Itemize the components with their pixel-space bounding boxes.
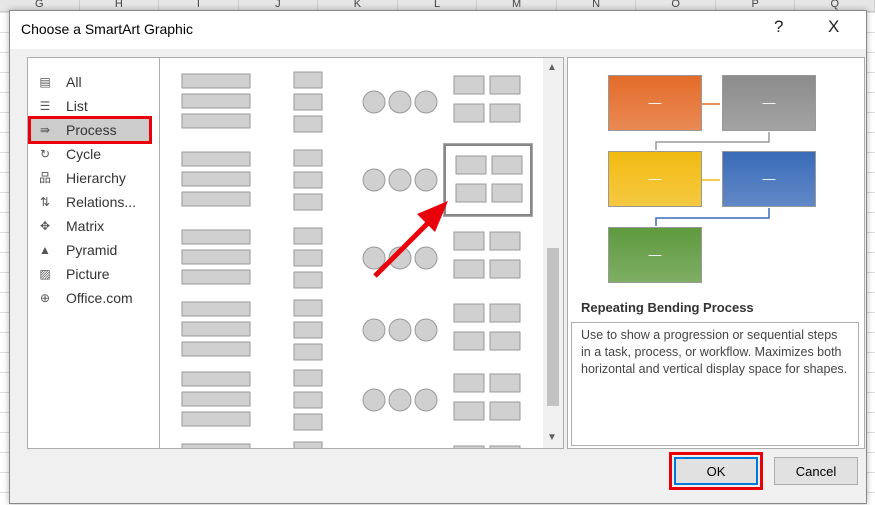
category-label: Matrix bbox=[66, 218, 105, 234]
globe-icon: ⊕ bbox=[39, 291, 51, 305]
category-pyramid[interactable]: ▲ Pyramid bbox=[36, 239, 151, 261]
preview-shape: — bbox=[608, 75, 702, 131]
layout-thumbnail[interactable] bbox=[172, 294, 260, 366]
layout-thumbnail[interactable] bbox=[172, 222, 260, 294]
scroll-down-icon[interactable]: ▼ bbox=[547, 432, 557, 443]
layout-thumbnail[interactable] bbox=[444, 222, 532, 294]
category-label: List bbox=[66, 98, 88, 114]
layout-gallery: ▲ ▼ bbox=[159, 57, 564, 449]
scroll-up-icon[interactable]: ▲ bbox=[547, 62, 557, 73]
category-officecom[interactable]: ⊕ Office.com bbox=[36, 287, 151, 309]
layout-thumbnail[interactable] bbox=[356, 294, 444, 366]
layout-thumbnail[interactable] bbox=[444, 436, 532, 448]
category-list: ▤ All ☰ List ⇛ Process ↻ Cycle 品 Hierarchy ⇅ Relati… bbox=[27, 57, 160, 449]
scrollbar-thumb[interactable] bbox=[547, 248, 559, 406]
pyramid-icon: ▲ bbox=[39, 243, 51, 257]
layout-thumbnail[interactable] bbox=[264, 364, 352, 436]
layout-thumbnail[interactable] bbox=[264, 222, 352, 294]
category-matrix[interactable]: ✥ Matrix bbox=[36, 215, 151, 237]
hierarchy-icon: 品 bbox=[38, 171, 51, 185]
category-label: Pyramid bbox=[66, 242, 118, 258]
preview-shape: — bbox=[608, 227, 702, 283]
category-picture[interactable]: ▨ Picture bbox=[36, 263, 151, 285]
picture-icon: ▨ bbox=[39, 267, 51, 281]
relationship-icon: ⇅ bbox=[39, 195, 51, 209]
matrix-icon: ✥ bbox=[39, 219, 51, 233]
category-process[interactable]: ⇛ Process bbox=[28, 116, 152, 144]
layout-thumbnail[interactable] bbox=[172, 364, 260, 436]
dialog-title: Choose a SmartArt Graphic bbox=[21, 21, 193, 37]
layout-thumbnail[interactable] bbox=[356, 66, 444, 138]
preview-shape: — bbox=[722, 151, 816, 207]
layout-thumbnail[interactable] bbox=[264, 144, 352, 216]
layout-thumbnail[interactable] bbox=[172, 144, 260, 216]
layout-thumbnail[interactable] bbox=[356, 222, 444, 294]
layout-thumbnail[interactable] bbox=[264, 294, 352, 366]
gallery-scrollbar[interactable]: ▲ ▼ bbox=[543, 58, 563, 448]
layout-thumbnail[interactable] bbox=[356, 144, 444, 216]
category-relations[interactable]: ⇅ Relations... bbox=[36, 191, 151, 213]
layout-thumbnail[interactable] bbox=[444, 66, 532, 138]
category-list[interactable]: ☰ List bbox=[36, 95, 151, 117]
category-label: Picture bbox=[66, 266, 110, 282]
category-label: Relations... bbox=[66, 194, 137, 210]
layout-description: Use to show a progression or sequential … bbox=[571, 322, 859, 446]
help-button[interactable]: ? bbox=[774, 17, 783, 37]
category-cycle[interactable]: ↻ Cycle bbox=[36, 143, 151, 165]
category-hierarchy[interactable]: 品 Hierarchy bbox=[36, 167, 151, 189]
smartart-dialog: Choose a SmartArt Graphic ? X ▤ All ☰ List ⇛… bbox=[9, 10, 867, 504]
category-label: Cycle bbox=[66, 146, 102, 162]
list-icon: ☰ bbox=[39, 99, 51, 113]
layout-thumbnail[interactable] bbox=[356, 364, 444, 436]
layout-thumbnail[interactable] bbox=[443, 143, 533, 217]
layout-thumbnail[interactable] bbox=[444, 294, 532, 366]
category-all[interactable]: ▤ All bbox=[36, 71, 151, 93]
layout-name: Repeating Bending Process bbox=[581, 300, 754, 315]
category-label: Office.com bbox=[66, 290, 133, 306]
layout-thumbnail[interactable] bbox=[444, 364, 532, 436]
process-icon: ⇛ bbox=[39, 123, 51, 137]
layout-thumbnail[interactable] bbox=[356, 436, 444, 448]
preview-pane: — — — — — Repeating Bending Process Use to s… bbox=[567, 57, 865, 449]
title-bar: Choose a SmartArt Graphic ? X bbox=[10, 11, 866, 49]
category-label: All bbox=[66, 74, 82, 90]
preview-shape: — bbox=[722, 75, 816, 131]
ok-button[interactable]: OK bbox=[669, 452, 763, 490]
category-label: Hierarchy bbox=[66, 170, 126, 186]
close-button[interactable]: X bbox=[828, 17, 839, 37]
layout-thumbnail[interactable] bbox=[172, 66, 260, 138]
cancel-button[interactable]: Cancel bbox=[774, 457, 858, 485]
all-icon: ▤ bbox=[39, 75, 51, 89]
layout-thumbnail[interactable] bbox=[264, 436, 352, 448]
layout-thumbnail[interactable] bbox=[172, 436, 260, 448]
category-label: Process bbox=[66, 122, 117, 138]
preview-shape: — bbox=[608, 151, 702, 207]
layout-thumbnail[interactable] bbox=[264, 66, 352, 138]
cycle-icon: ↻ bbox=[39, 147, 51, 161]
